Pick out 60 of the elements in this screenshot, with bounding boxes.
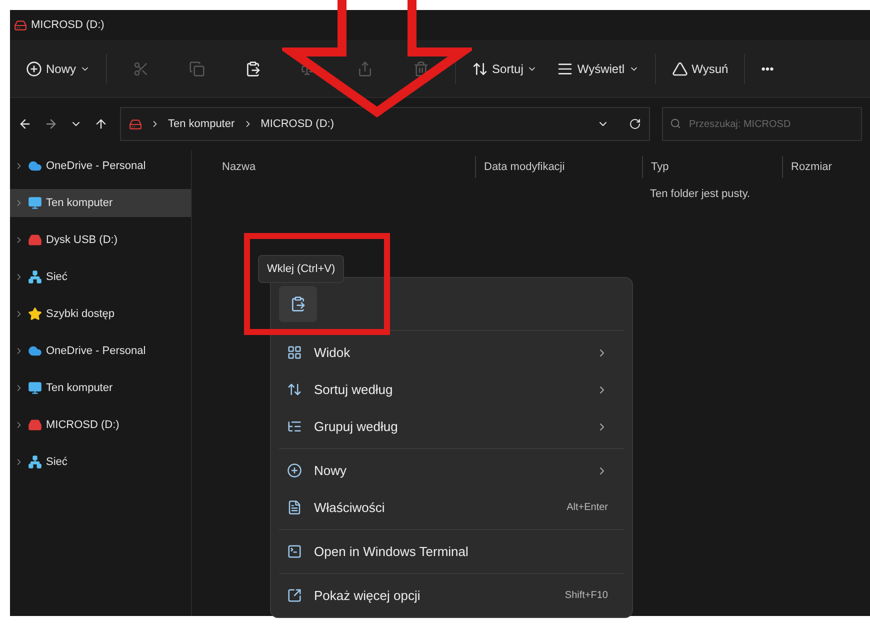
drive-icon	[14, 18, 27, 32]
toolbar-button[interactable]: Sortuj	[464, 52, 546, 84]
paste-button[interactable]	[279, 286, 317, 322]
window-title: MICROSD (D:)	[31, 18, 104, 33]
back-icon[interactable]	[18, 117, 32, 131]
expand-icon	[287, 588, 302, 603]
terminal-icon	[287, 544, 302, 559]
column-header[interactable]: Typ	[651, 158, 669, 176]
drive-icon	[28, 233, 42, 247]
share-icon	[357, 60, 374, 76]
menu-item[interactable]: Nowy	[279, 452, 624, 489]
cloud-icon	[28, 159, 42, 173]
column-header[interactable]: Nazwa	[222, 158, 256, 176]
drive-icon	[28, 418, 42, 432]
network-icon	[28, 270, 42, 284]
address-bar[interactable]: Ten komputer MICROSD (D:)	[120, 107, 650, 141]
document-icon	[287, 500, 302, 515]
copy-icon	[189, 60, 206, 76]
clipboard-icon	[245, 60, 262, 76]
menu-item[interactable]: Właściwości Alt+Enter	[279, 489, 624, 526]
sort-icon	[472, 60, 488, 76]
clipboard-icon	[290, 296, 306, 312]
search-field[interactable]: Przeszukaj: MICROSD	[662, 107, 862, 141]
eject-icon	[672, 60, 688, 76]
shortcut-text: Shift+F10	[564, 589, 608, 603]
plus-circle-icon	[287, 463, 302, 478]
search-icon	[670, 118, 681, 129]
menu-item[interactable]: Sortuj według	[279, 371, 624, 408]
list-icon	[287, 419, 302, 434]
up-icon[interactable]	[94, 117, 108, 131]
lines-icon	[557, 60, 574, 76]
drive-icon	[129, 118, 142, 130]
monitor-icon	[28, 196, 42, 210]
star-icon	[28, 307, 42, 321]
sort-icon	[287, 382, 302, 397]
trash-icon	[413, 60, 430, 76]
monitor-icon	[28, 381, 42, 395]
column-header[interactable]: Data modyfikacji	[484, 158, 565, 176]
menu-item[interactable]: Grupuj według	[279, 408, 624, 445]
forward-icon[interactable]	[44, 117, 58, 131]
cloud-icon	[28, 344, 42, 358]
sidebar-item[interactable]: Ten komputer	[10, 189, 191, 217]
toolbar-button[interactable]: Wysuń	[664, 52, 736, 84]
toolbar-button[interactable]: Wyświetl	[549, 52, 647, 84]
menu-item[interactable]: Pokaż więcej opcji Shift+F10	[279, 577, 624, 614]
grid-icon	[287, 345, 302, 360]
column-header[interactable]: Rozmiar	[791, 158, 832, 176]
toolbar-button[interactable]: Nowy	[18, 52, 98, 84]
breadcrumb[interactable]: Ten komputer	[168, 116, 235, 132]
menu-item[interactable]: Widok	[279, 334, 624, 371]
shortcut-text: Alt+Enter	[566, 501, 608, 515]
tooltip: Wklej (Ctrl+V)	[258, 255, 344, 283]
breadcrumb[interactable]: MICROSD (D:)	[260, 116, 334, 132]
scissors-icon	[133, 60, 150, 76]
empty-folder-message: Ten folder jest pusty.	[650, 187, 750, 202]
menu-item[interactable]: Open in Windows Terminal	[279, 533, 624, 570]
network-icon	[28, 455, 42, 469]
toolbar-button[interactable]: •••	[753, 52, 782, 84]
plus-circle-icon	[26, 60, 42, 76]
refresh-icon	[629, 118, 641, 130]
